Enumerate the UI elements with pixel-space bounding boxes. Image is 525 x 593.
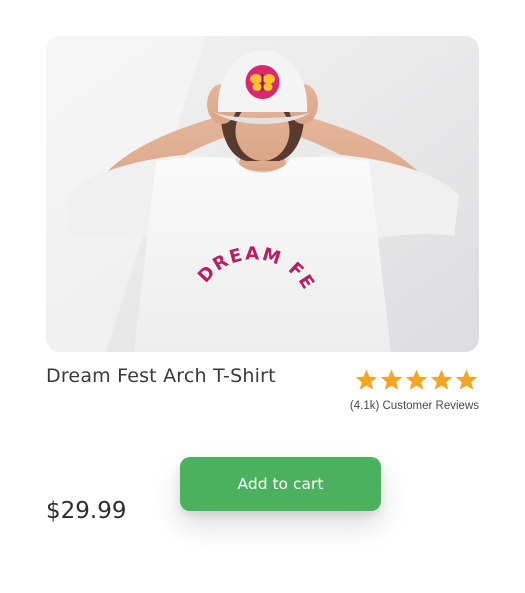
reviews-count-link[interactable]: (4.1k) Customer Reviews <box>319 400 479 412</box>
star-icon <box>455 369 478 390</box>
product-price: $29.99 <box>46 498 127 524</box>
product-image[interactable]: DREAM FEST <box>46 36 479 352</box>
star-icon <box>380 369 403 390</box>
product-title: Dream Fest Arch T-Shirt <box>46 365 276 387</box>
add-to-cart-button[interactable]: Add to cart <box>180 457 381 511</box>
star-rating <box>319 365 479 397</box>
butterfly-icon <box>250 74 275 91</box>
product-rating: (4.1k) Customer Reviews <box>319 365 479 412</box>
star-icon <box>430 369 453 390</box>
product-card: DREAM FEST Dream Fest Arch T-Shirt (4.1k… <box>0 0 525 593</box>
star-icon <box>355 369 378 390</box>
star-icon <box>405 369 428 390</box>
